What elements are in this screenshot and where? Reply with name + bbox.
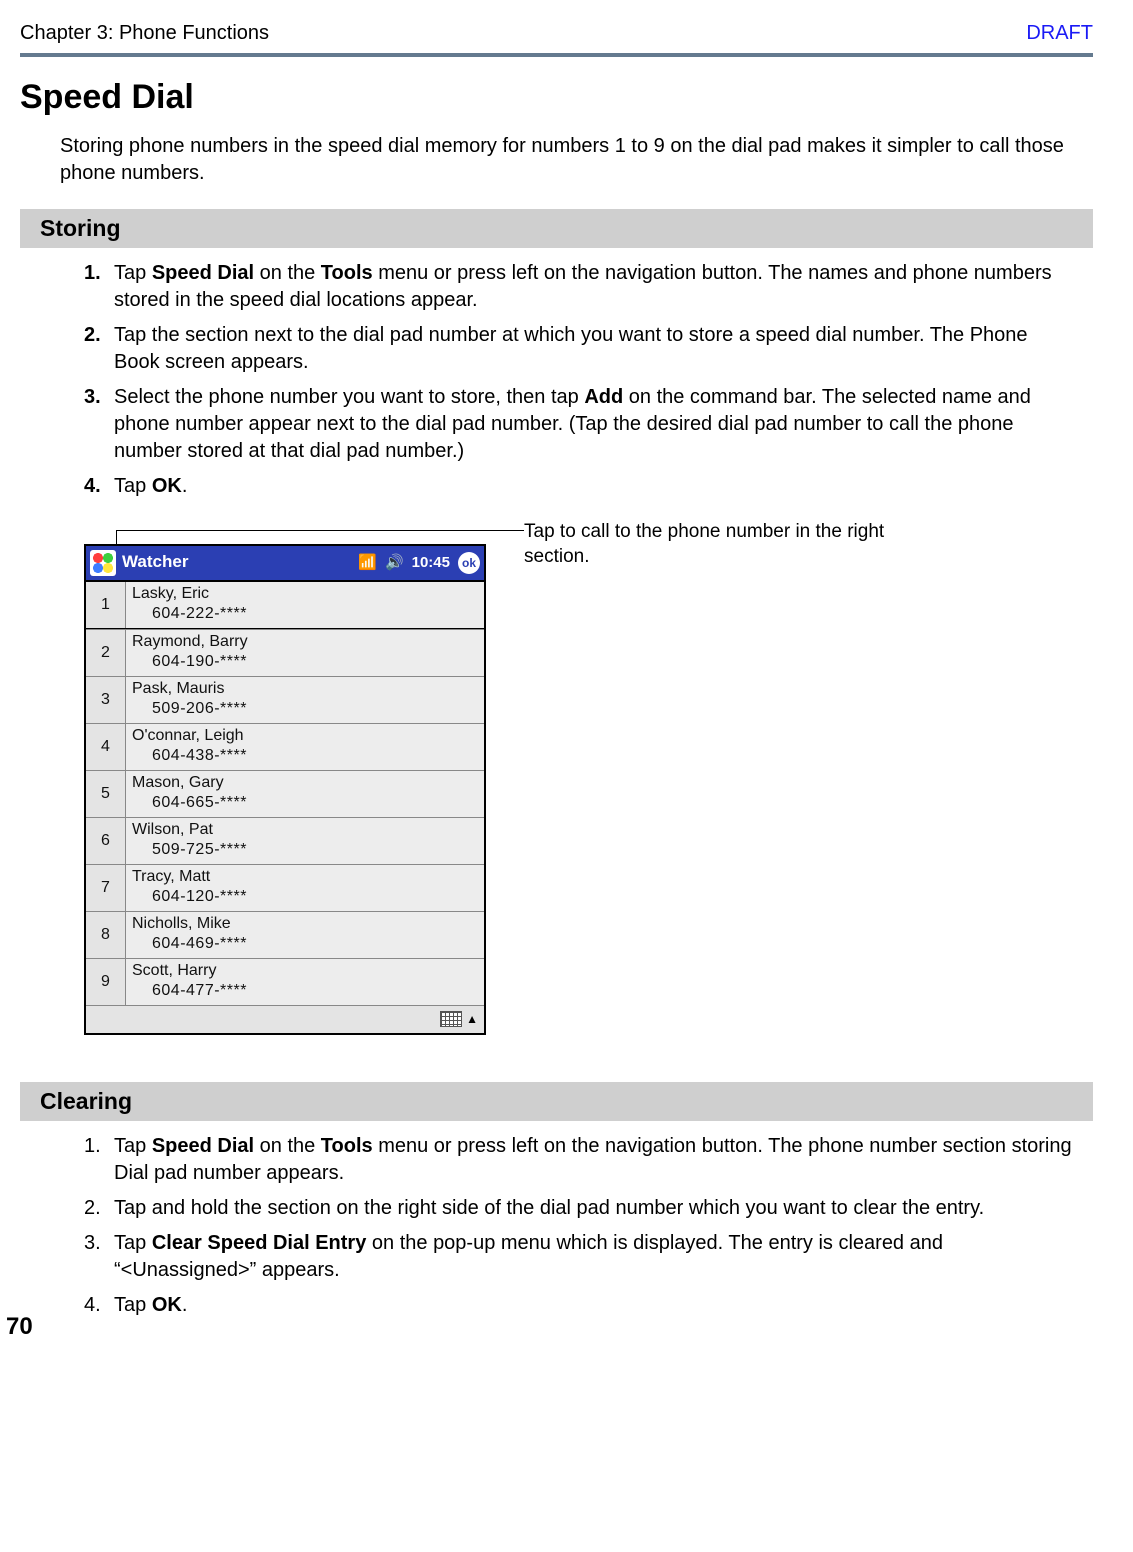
app-title: Watcher [122, 551, 352, 574]
entry-info[interactable]: Mason, Gary604-665-**** [126, 771, 484, 817]
speed-dial-list: 1 Lasky, Eric604-222-**** 2 Raymond, Bar… [86, 580, 484, 1005]
intro-paragraph: Storing phone numbers in the speed dial … [60, 133, 1073, 187]
callout-text: Tap to call to the phone number in the r… [524, 520, 904, 569]
storing-steps: 1. Tap Speed Dial on the Tools menu or p… [84, 260, 1073, 500]
dial-pad-number[interactable]: 7 [86, 865, 126, 911]
speed-dial-row[interactable]: 8 Nicholls, Mike604-469-**** [86, 911, 484, 958]
step-number: 3. [84, 384, 114, 465]
step-number: 2. [84, 1195, 114, 1222]
menu-arrow-icon[interactable]: ▲ [466, 1011, 478, 1027]
dial-pad-number[interactable]: 2 [86, 630, 126, 676]
step-text: Tap Clear Speed Dial Entry on the pop-up… [114, 1230, 1073, 1284]
speed-dial-row[interactable]: 7 Tracy, Matt604-120-**** [86, 864, 484, 911]
title-bar[interactable]: Watcher 📶 🔊 10:45 ok [86, 546, 484, 580]
dial-pad-number[interactable]: 8 [86, 912, 126, 958]
page-header: Chapter 3: Phone Functions DRAFT [20, 20, 1093, 53]
device-screenshot: Watcher 📶 🔊 10:45 ok 1 Lasky, Eric604-22… [84, 544, 486, 1035]
list-item: 3. Tap Clear Speed Dial Entry on the pop… [84, 1230, 1073, 1284]
clearing-steps: 1. Tap Speed Dial on the Tools menu or p… [84, 1133, 1073, 1319]
step-text: Tap Speed Dial on the Tools menu or pres… [114, 260, 1073, 314]
leader-line [116, 530, 524, 531]
step-number: 4. [84, 1292, 114, 1319]
list-item: 4. Tap OK. [84, 1292, 1073, 1319]
entry-info[interactable]: Wilson, Pat509-725-**** [126, 818, 484, 864]
speed-dial-row[interactable]: 3 Pask, Mauris509-206-**** [86, 676, 484, 723]
step-text: Tap and hold the section on the right si… [114, 1195, 1073, 1222]
step-number: 1. [84, 1133, 114, 1187]
signal-icon: 📶 [358, 553, 377, 573]
figure: Tap to call to the phone number in the r… [84, 520, 1093, 1060]
list-item: 3. Select the phone number you want to s… [84, 384, 1073, 465]
section-storing: Storing [20, 209, 1093, 248]
step-number: 4. [84, 473, 114, 500]
clock: 10:45 [412, 553, 450, 573]
list-item: 2. Tap and hold the section on the right… [84, 1195, 1073, 1222]
draft-label: DRAFT [1026, 20, 1093, 47]
section-clearing: Clearing [20, 1082, 1093, 1121]
step-number: 3. [84, 1230, 114, 1284]
step-number: 1. [84, 260, 114, 314]
entry-info[interactable]: Raymond, Barry604-190-**** [126, 630, 484, 676]
keyboard-icon[interactable] [440, 1011, 462, 1027]
speed-dial-row[interactable]: 2 Raymond, Barry604-190-**** [86, 629, 484, 676]
speed-dial-row[interactable]: 9 Scott, Harry604-477-**** [86, 958, 484, 1005]
step-text: Tap OK. [114, 1292, 1073, 1319]
status-icons: 📶 🔊 10:45 ok [358, 552, 480, 574]
step-text: Select the phone number you want to stor… [114, 384, 1073, 465]
dial-pad-number[interactable]: 9 [86, 959, 126, 1005]
dial-pad-number[interactable]: 1 [86, 582, 126, 628]
speed-dial-row[interactable]: 6 Wilson, Pat509-725-**** [86, 817, 484, 864]
speaker-icon: 🔊 [385, 553, 404, 573]
page-title: Speed Dial [20, 75, 1093, 121]
ok-button[interactable]: ok [458, 552, 480, 574]
entry-info[interactable]: Tracy, Matt604-120-**** [126, 865, 484, 911]
speed-dial-row[interactable]: 1 Lasky, Eric604-222-**** [86, 580, 484, 629]
step-text: Tap Speed Dial on the Tools menu or pres… [114, 1133, 1073, 1187]
list-item: 1. Tap Speed Dial on the Tools menu or p… [84, 260, 1073, 314]
entry-info[interactable]: Scott, Harry604-477-**** [126, 959, 484, 1005]
speed-dial-row[interactable]: 5 Mason, Gary604-665-**** [86, 770, 484, 817]
list-item: 2. Tap the section next to the dial pad … [84, 322, 1073, 376]
speed-dial-row[interactable]: 4 O'connar, Leigh604-438-**** [86, 723, 484, 770]
dial-pad-number[interactable]: 6 [86, 818, 126, 864]
entry-info[interactable]: Pask, Mauris509-206-**** [126, 677, 484, 723]
entry-info[interactable]: O'connar, Leigh604-438-**** [126, 724, 484, 770]
dial-pad-number[interactable]: 3 [86, 677, 126, 723]
step-text: Tap OK. [114, 473, 1073, 500]
entry-info[interactable]: Lasky, Eric604-222-**** [126, 582, 484, 628]
page-number: 70 [6, 1311, 33, 1343]
start-icon[interactable] [90, 550, 116, 576]
step-text: Tap the section next to the dial pad num… [114, 322, 1073, 376]
header-rule [20, 53, 1093, 57]
list-item: 4. Tap OK. [84, 473, 1073, 500]
step-number: 2. [84, 322, 114, 376]
command-bar[interactable]: ▲ [86, 1005, 484, 1033]
list-item: 1. Tap Speed Dial on the Tools menu or p… [84, 1133, 1073, 1187]
dial-pad-number[interactable]: 4 [86, 724, 126, 770]
entry-info[interactable]: Nicholls, Mike604-469-**** [126, 912, 484, 958]
dial-pad-number[interactable]: 5 [86, 771, 126, 817]
chapter-label: Chapter 3: Phone Functions [20, 20, 269, 47]
